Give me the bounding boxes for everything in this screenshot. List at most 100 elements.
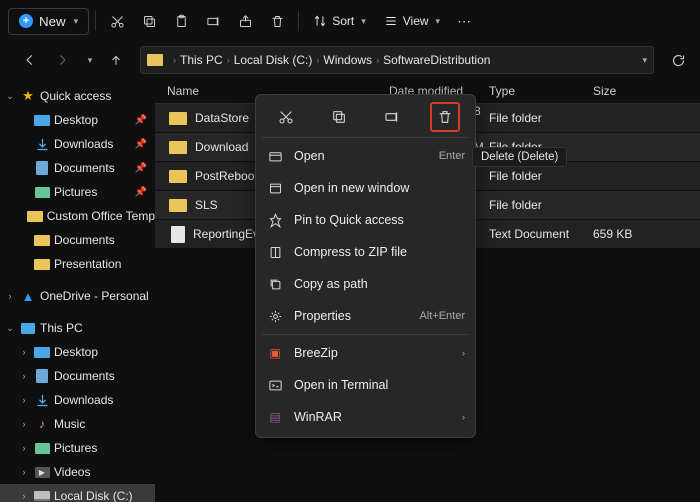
plus-icon: + [19,14,33,28]
ctx-cut-icon[interactable] [271,102,301,132]
winrar-icon: ▤ [266,410,284,424]
window-icon [266,181,284,196]
new-label: New [39,14,66,29]
properties-icon [266,309,284,324]
chevron-down-icon: ▾ [74,16,79,27]
forward-button[interactable] [48,46,76,74]
chevron-down-icon: ▾ [436,16,441,27]
crumb-windows[interactable]: Windows [323,53,372,67]
zip-icon [266,245,284,260]
sidebar-item-pictures[interactable]: Pictures📌 [0,180,155,204]
address-bar[interactable]: › This PC › Local Disk (C:) › Windows › … [140,46,654,74]
refresh-button[interactable] [664,46,692,74]
ctx-properties[interactable]: PropertiesAlt+Enter [256,300,475,332]
recent-dropdown[interactable]: ▾ [80,46,98,74]
view-button[interactable]: View ▾ [376,14,448,28]
pin-icon [266,213,284,228]
desktop-icon [34,115,50,126]
disk-icon [34,491,50,501]
share-icon[interactable] [230,6,260,36]
cut-icon[interactable] [102,6,132,36]
rename-icon[interactable] [198,6,228,36]
paste-icon[interactable] [166,6,196,36]
pictures-icon [35,187,50,198]
video-icon: ▶ [35,467,50,478]
sidebar-onedrive[interactable]: ›▲OneDrive - Personal [0,284,155,308]
folder-icon [169,170,187,183]
music-icon: ♪ [39,417,45,431]
sidebar-pc-downloads[interactable]: ›Downloads [0,388,155,412]
folder-icon [27,211,43,222]
up-button[interactable] [102,46,130,74]
sidebar: ⌄★Quick access Desktop📌 Downloads📌 Docum… [0,78,155,502]
download-icon [35,137,50,152]
download-icon [35,393,50,408]
view-icon [384,14,398,28]
back-button[interactable] [16,46,44,74]
desktop-icon [34,347,50,358]
delete-tooltip: Delete (Delete) [472,147,567,167]
sidebar-item-downloads[interactable]: Downloads📌 [0,132,155,156]
ctx-copy-path[interactable]: Copy as path [256,268,475,300]
open-icon [266,149,284,164]
sidebar-item-presentation[interactable]: Presentation [0,252,155,276]
folder-icon [169,199,187,212]
cloud-icon: ▲ [22,289,35,304]
folder-icon [147,54,163,66]
copy-icon[interactable] [134,6,164,36]
col-size[interactable]: Size [593,84,700,98]
pin-icon: 📌 [135,187,147,198]
terminal-icon [266,378,284,393]
top-toolbar: + New ▾ Sort ▾ View ▾ ⋯ [0,0,700,42]
pc-icon [21,323,35,334]
ctx-delete-icon[interactable] [430,102,460,132]
ctx-breezip[interactable]: ▣BreeZip› [256,337,475,369]
breezip-icon: ▣ [266,346,284,360]
nav-row: ▾ › This PC › Local Disk (C:) › Windows … [0,42,700,78]
star-icon: ★ [22,88,34,104]
ctx-compress-zip[interactable]: Compress to ZIP file [256,236,475,268]
more-icon[interactable]: ⋯ [450,6,480,36]
sort-icon [313,14,327,28]
document-icon [36,161,48,175]
sidebar-item-documents[interactable]: Documents📌 [0,156,155,180]
folder-icon [34,259,50,270]
copypath-icon [266,277,284,292]
pin-icon: 📌 [135,115,147,126]
ctx-open[interactable]: OpenEnter [256,140,475,172]
chevron-down-icon: ▾ [361,16,366,27]
ctx-winrar[interactable]: ▤WinRAR› [256,401,475,433]
chevron-down-icon[interactable]: ▾ [642,55,647,66]
ctx-open-new-window[interactable]: Open in new window [256,172,475,204]
folder-icon [34,235,50,246]
crumb-disk[interactable]: Local Disk (C:) [234,53,313,67]
sort-button[interactable]: Sort ▾ [305,14,374,28]
sidebar-pc-pictures[interactable]: ›Pictures [0,436,155,460]
pin-icon: 📌 [135,163,147,174]
ctx-pin-quick-access[interactable]: Pin to Quick access [256,204,475,236]
folder-icon [169,141,187,154]
col-type[interactable]: Type [489,84,593,98]
delete-icon[interactable] [262,6,292,36]
sidebar-pc-documents[interactable]: ›Documents [0,364,155,388]
pictures-icon [35,443,50,454]
sidebar-quick-access[interactable]: ⌄★Quick access [0,84,155,108]
ctx-copy-icon[interactable] [324,102,354,132]
sidebar-pc-desktop[interactable]: ›Desktop [0,340,155,364]
sidebar-item-desktop[interactable]: Desktop📌 [0,108,155,132]
textfile-icon [171,226,185,243]
document-icon [36,369,48,383]
sidebar-pc-localdisk[interactable]: ›Local Disk (C:) [0,484,155,502]
ctx-rename-icon[interactable] [377,102,407,132]
sidebar-pc-music[interactable]: ›♪Music [0,412,155,436]
ctx-terminal[interactable]: Open in Terminal [256,369,475,401]
sidebar-thispc[interactable]: ⌄This PC [0,316,155,340]
new-button[interactable]: + New ▾ [8,8,89,35]
sidebar-pc-videos[interactable]: ›▶Videos [0,460,155,484]
folder-icon [169,112,187,125]
sidebar-item-custom[interactable]: Custom Office Temp [0,204,155,228]
sidebar-item-documents2[interactable]: Documents [0,228,155,252]
crumb-thispc[interactable]: This PC [180,53,223,67]
context-menu: OpenEnter Open in new window Pin to Quic… [255,94,476,438]
crumb-sd[interactable]: SoftwareDistribution [383,53,490,67]
